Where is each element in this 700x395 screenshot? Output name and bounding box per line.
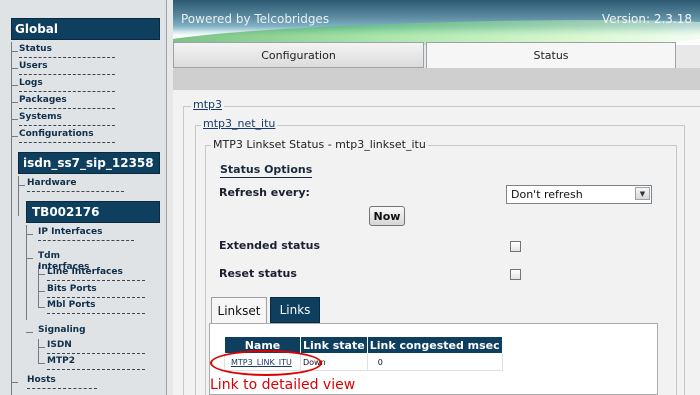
linkset-status-title: MTP3 Linkset Status - mtp3_linkset_itu (211, 138, 428, 151)
sidebar-item-ip-interfaces[interactable]: IP Interfaces (38, 227, 134, 241)
node-header[interactable]: isdn_ss7_sip_12358 (18, 152, 160, 174)
sidebar-item-logs[interactable]: Logs (19, 78, 115, 92)
sidebar-item-mbl-ports[interactable]: Mbl Ports (47, 300, 145, 314)
navigation-tree: Global Status Users Logs Packages System… (0, 0, 167, 395)
global-title: Global (15, 22, 59, 36)
reset-status-label: Reset status (219, 267, 297, 280)
global-node-header[interactable]: Global (11, 18, 160, 40)
extended-status-checkbox[interactable] (510, 241, 521, 252)
callout-text: Link to detailed view (210, 377, 356, 393)
sidebar-item-users[interactable]: Users (19, 61, 115, 75)
sidebar-item-line-interfaces[interactable]: Line Interfaces (47, 267, 145, 281)
sidebar-item-bits-ports[interactable]: Bits Ports (47, 284, 145, 298)
tab-links[interactable]: Links (270, 297, 320, 323)
column-header-congested: Link congested msec (366, 336, 503, 354)
sidebar-item-configurations[interactable]: Configurations (19, 129, 115, 143)
breadcrumb-mtp3-net[interactable]: mtp3_net_itu (201, 117, 278, 130)
sidebar-item-mtp2[interactable]: MTP2 (47, 356, 145, 370)
status-options-title: Status Options (220, 163, 313, 178)
tab-status[interactable]: Status (426, 42, 676, 68)
powered-by-text: Powered by Telcobridges (181, 12, 330, 26)
column-header-link-state: Link state (300, 336, 368, 354)
reset-status-checkbox[interactable] (510, 269, 521, 280)
unit-header[interactable]: TB002176 (26, 201, 160, 223)
sidebar-item-signaling: Signaling (38, 325, 86, 335)
sidebar-item-isdn[interactable]: ISDN (47, 340, 145, 354)
node-title: isdn_ss7_sip_12358 (23, 156, 154, 170)
refresh-label: Refresh every: (219, 186, 310, 199)
header-banner: Powered by Telcobridges Version: 2.3.18 (173, 0, 700, 45)
version-text: Version: 2.3.18 (601, 12, 692, 26)
breadcrumb-mtp3[interactable]: mtp3 (191, 98, 225, 111)
link-congested-cell: 0 (366, 353, 503, 371)
sidebar-item-status[interactable]: Status (19, 44, 115, 58)
sidebar-item-packages[interactable]: Packages (19, 95, 115, 109)
callout-ellipse (210, 350, 322, 376)
tab-linkset[interactable]: Linkset (211, 297, 267, 323)
content-header-strip (173, 68, 700, 90)
sidebar-item-hardware[interactable]: Hardware (27, 178, 124, 192)
dropdown-arrow-icon: ▼ (635, 187, 650, 200)
main-tabs: Configuration Status (173, 42, 700, 68)
extended-status-label: Extended status (219, 239, 321, 252)
sidebar-item-hosts[interactable]: Hosts (27, 375, 97, 389)
now-button[interactable]: Now (369, 206, 405, 226)
tab-configuration[interactable]: Configuration (173, 42, 424, 68)
sidebar-item-systems[interactable]: Systems (19, 112, 115, 126)
refresh-select[interactable]: Don't refresh ▼ (506, 185, 652, 204)
refresh-select-value: Don't refresh (511, 188, 583, 201)
unit-title: TB002176 (32, 205, 100, 219)
